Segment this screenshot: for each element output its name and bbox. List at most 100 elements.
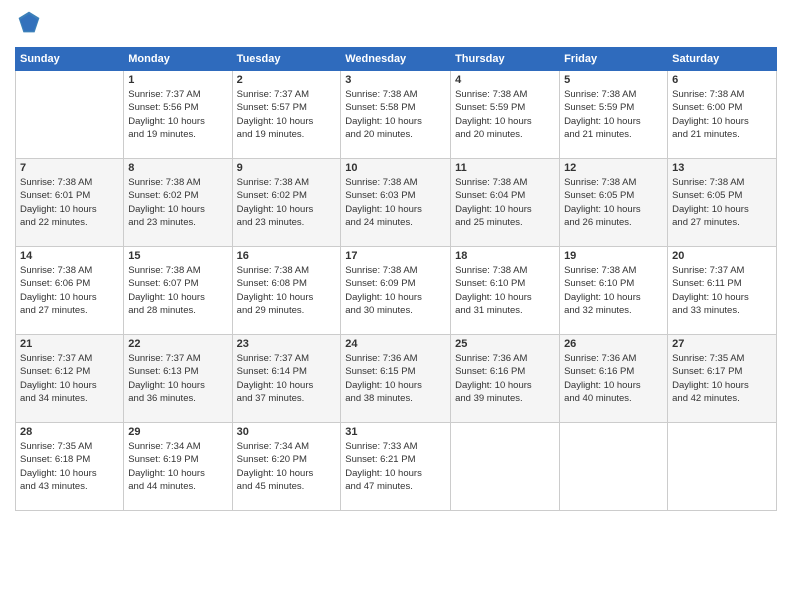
day-number: 10 [345,162,446,174]
day-number: 19 [564,250,663,262]
day-info: Sunrise: 7:38 AM Sunset: 6:10 PM Dayligh… [564,264,663,317]
calendar-cell: 20 Sunrise: 7:37 AM Sunset: 6:11 PM Dayli… [668,247,777,335]
day-info: Sunrise: 7:38 AM Sunset: 6:04 PM Dayligh… [455,176,555,229]
calendar-header-row: SundayMondayTuesdayWednesdayThursdayFrid… [16,48,777,71]
day-info: Sunrise: 7:36 AM Sunset: 6:16 PM Dayligh… [455,352,555,405]
calendar-cell: 24 Sunrise: 7:36 AM Sunset: 6:15 PM Dayli… [341,335,451,423]
calendar-cell [16,71,124,159]
day-info: Sunrise: 7:38 AM Sunset: 6:10 PM Dayligh… [455,264,555,317]
calendar-cell: 28 Sunrise: 7:35 AM Sunset: 6:18 PM Dayli… [16,423,124,511]
calendar-header-saturday: Saturday [668,48,777,71]
page: SundayMondayTuesdayWednesdayThursdayFrid… [0,0,792,612]
calendar-week-row: 14Sunrise: 7:38 AM Sunset: 6:06 PM Dayli… [16,247,777,335]
day-number: 4 [455,74,555,86]
day-info: Sunrise: 7:36 AM Sunset: 6:15 PM Dayligh… [345,352,446,405]
day-info: Sunrise: 7:38 AM Sunset: 5:59 PM Dayligh… [564,88,663,141]
calendar-header-tuesday: Tuesday [232,48,341,71]
day-number: 31 [345,426,446,438]
day-info: Sunrise: 7:38 AM Sunset: 6:07 PM Dayligh… [128,264,227,317]
day-info: Sunrise: 7:37 AM Sunset: 6:12 PM Dayligh… [20,352,119,405]
calendar-cell: 6 Sunrise: 7:38 AM Sunset: 6:00 PM Daylig… [668,71,777,159]
calendar-cell: 10 Sunrise: 7:38 AM Sunset: 6:03 PM Dayli… [341,159,451,247]
calendar-cell: 17 Sunrise: 7:38 AM Sunset: 6:09 PM Dayli… [341,247,451,335]
day-info: Sunrise: 7:38 AM Sunset: 6:05 PM Dayligh… [672,176,772,229]
calendar-cell: 25 Sunrise: 7:36 AM Sunset: 6:16 PM Dayli… [451,335,560,423]
calendar-cell: 7 Sunrise: 7:38 AM Sunset: 6:01 PM Daylig… [16,159,124,247]
calendar-cell: 4 Sunrise: 7:38 AM Sunset: 5:59 PM Daylig… [451,71,560,159]
calendar-cell: 12Sunrise: 7:38 AM Sunset: 6:05 PM Dayli… [560,159,668,247]
calendar-week-row: 28 Sunrise: 7:35 AM Sunset: 6:18 PM Dayli… [16,423,777,511]
day-number: 26 [564,338,663,350]
day-number: 23 [237,338,337,350]
day-info: Sunrise: 7:38 AM Sunset: 6:01 PM Dayligh… [20,176,119,229]
calendar-cell: 30 Sunrise: 7:34 AM Sunset: 6:20 PM Dayli… [232,423,341,511]
day-number: 7 [20,162,119,174]
day-number: 25 [455,338,555,350]
day-info: Sunrise: 7:34 AM Sunset: 6:19 PM Dayligh… [128,440,227,493]
calendar-cell: 13 Sunrise: 7:38 AM Sunset: 6:05 PM Dayli… [668,159,777,247]
day-number: 18 [455,250,555,262]
header [15,10,777,39]
calendar-cell [560,423,668,511]
calendar-cell: 5 Sunrise: 7:38 AM Sunset: 5:59 PM Daylig… [560,71,668,159]
calendar-cell: 22 Sunrise: 7:37 AM Sunset: 6:13 PM Dayli… [124,335,232,423]
day-info: Sunrise: 7:35 AM Sunset: 6:18 PM Dayligh… [20,440,119,493]
day-info: Sunrise: 7:38 AM Sunset: 6:09 PM Dayligh… [345,264,446,317]
day-number: 21 [20,338,119,350]
day-number: 11 [455,162,555,174]
calendar-header-wednesday: Wednesday [341,48,451,71]
calendar-cell [668,423,777,511]
day-number: 16 [237,250,337,262]
calendar-cell: 14Sunrise: 7:38 AM Sunset: 6:06 PM Dayli… [16,247,124,335]
calendar-cell: 31 Sunrise: 7:33 AM Sunset: 6:21 PM Dayli… [341,423,451,511]
day-number: 13 [672,162,772,174]
calendar-week-row: 1 Sunrise: 7:37 AM Sunset: 5:56 PM Daylig… [16,71,777,159]
calendar-cell: 2 Sunrise: 7:37 AM Sunset: 5:57 PM Daylig… [232,71,341,159]
day-number: 24 [345,338,446,350]
day-number: 3 [345,74,446,86]
day-info: Sunrise: 7:36 AM Sunset: 6:16 PM Dayligh… [564,352,663,405]
day-info: Sunrise: 7:38 AM Sunset: 5:59 PM Dayligh… [455,88,555,141]
day-info: Sunrise: 7:37 AM Sunset: 6:11 PM Dayligh… [672,264,772,317]
day-info: Sunrise: 7:38 AM Sunset: 6:03 PM Dayligh… [345,176,446,229]
calendar-week-row: 21 Sunrise: 7:37 AM Sunset: 6:12 PM Dayli… [16,335,777,423]
calendar-cell: 23 Sunrise: 7:37 AM Sunset: 6:14 PM Dayli… [232,335,341,423]
calendar-cell: 19 Sunrise: 7:38 AM Sunset: 6:10 PM Dayli… [560,247,668,335]
calendar-cell: 27Sunrise: 7:35 AM Sunset: 6:17 PM Dayli… [668,335,777,423]
calendar-header-thursday: Thursday [451,48,560,71]
day-number: 9 [237,162,337,174]
day-number: 22 [128,338,227,350]
calendar-header-monday: Monday [124,48,232,71]
calendar-cell: 3Sunrise: 7:38 AM Sunset: 5:58 PM Daylig… [341,71,451,159]
day-number: 15 [128,250,227,262]
day-info: Sunrise: 7:37 AM Sunset: 5:57 PM Dayligh… [237,88,337,141]
day-number: 27 [672,338,772,350]
logo [15,10,41,39]
calendar-cell: 18 Sunrise: 7:38 AM Sunset: 6:10 PM Dayli… [451,247,560,335]
day-number: 8 [128,162,227,174]
day-number: 17 [345,250,446,262]
day-info: Sunrise: 7:34 AM Sunset: 6:20 PM Dayligh… [237,440,337,493]
day-info: Sunrise: 7:37 AM Sunset: 6:14 PM Dayligh… [237,352,337,405]
day-number: 30 [237,426,337,438]
day-info: Sunrise: 7:38 AM Sunset: 6:08 PM Dayligh… [237,264,337,317]
logo-icon [17,10,41,34]
calendar-cell: 16 Sunrise: 7:38 AM Sunset: 6:08 PM Dayli… [232,247,341,335]
calendar-cell: 11 Sunrise: 7:38 AM Sunset: 6:04 PM Dayli… [451,159,560,247]
calendar-header-friday: Friday [560,48,668,71]
calendar-cell: 9 Sunrise: 7:38 AM Sunset: 6:02 PM Daylig… [232,159,341,247]
day-info: Sunrise: 7:33 AM Sunset: 6:21 PM Dayligh… [345,440,446,493]
day-number: 5 [564,74,663,86]
calendar-cell [451,423,560,511]
day-number: 1 [128,74,227,86]
day-number: 6 [672,74,772,86]
calendar-cell: 1 Sunrise: 7:37 AM Sunset: 5:56 PM Daylig… [124,71,232,159]
day-number: 28 [20,426,119,438]
day-info: Sunrise: 7:37 AM Sunset: 6:13 PM Dayligh… [128,352,227,405]
day-number: 2 [237,74,337,86]
day-info: Sunrise: 7:38 AM Sunset: 6:05 PM Dayligh… [564,176,663,229]
day-info: Sunrise: 7:38 AM Sunset: 6:02 PM Dayligh… [237,176,337,229]
day-info: Sunrise: 7:38 AM Sunset: 6:00 PM Dayligh… [672,88,772,141]
day-info: Sunrise: 7:37 AM Sunset: 5:56 PM Dayligh… [128,88,227,141]
day-number: 20 [672,250,772,262]
